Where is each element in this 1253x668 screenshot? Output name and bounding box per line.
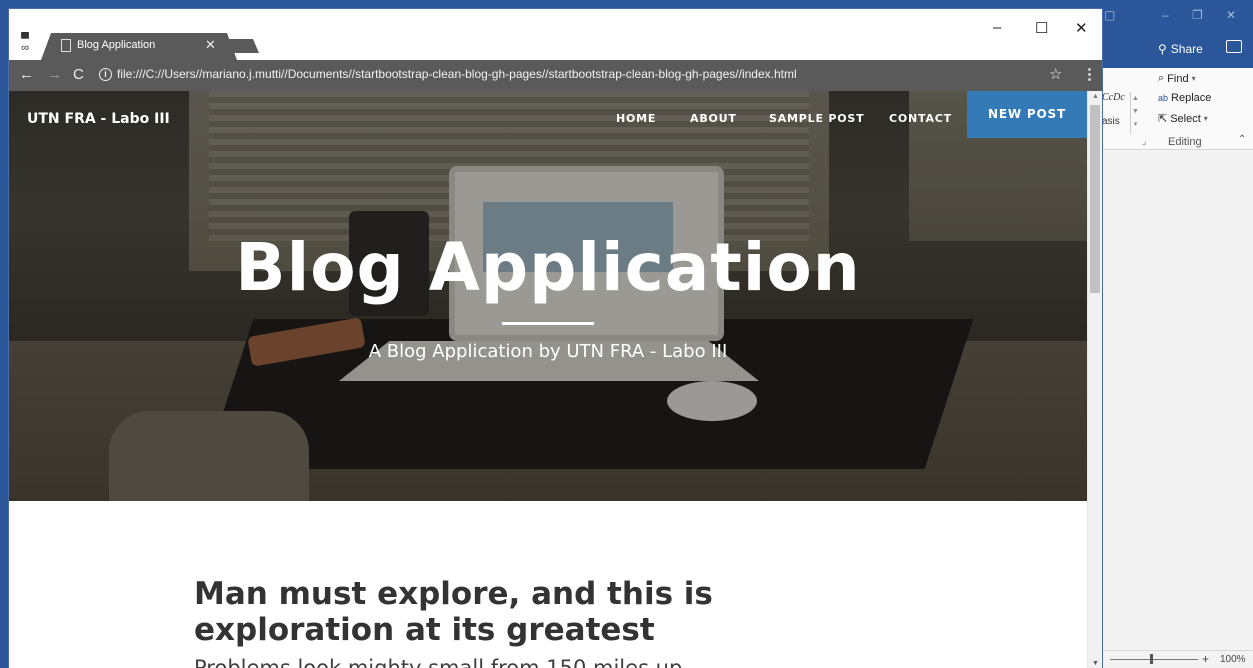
browser-window: ▀ ∞ Blog Application ✕ – ☐ ✕ ← → C i file… xyxy=(8,8,1103,668)
page-icon xyxy=(61,39,71,52)
editing-group-label: Editing xyxy=(1168,136,1202,148)
nav-about[interactable]: ABOUT xyxy=(690,112,737,125)
zoom-in-icon[interactable]: + xyxy=(1202,652,1209,666)
word-maximize-icon[interactable]: ❐ xyxy=(1192,8,1203,22)
style-item[interactable]: asis xyxy=(1102,116,1120,127)
word-statusbar: + 100% xyxy=(1100,650,1253,668)
word-titlebar: ▢ – ❐ ✕ ⚲ Share xyxy=(1100,0,1253,68)
nav-contact[interactable]: CONTACT xyxy=(889,112,952,125)
comment-icon[interactable] xyxy=(1226,40,1242,53)
word-minimize-icon[interactable]: – xyxy=(1162,8,1169,22)
star-icon[interactable]: ☆ xyxy=(1049,65,1062,83)
styles-scroll[interactable]: ▲ ▼ ▾ xyxy=(1130,92,1140,134)
menu-icon[interactable]: ⋮ xyxy=(1082,65,1097,83)
hero-divider xyxy=(502,322,594,325)
tab-title[interactable]: Blog Application xyxy=(77,39,155,51)
scroll-down-icon[interactable]: ▼ xyxy=(1092,660,1099,667)
browser-toolbar: ← → C i file:///C://Users//mariano.j.mut… xyxy=(9,60,1102,91)
address-bar[interactable]: file:///C://Users//mariano.j.mutti//Docu… xyxy=(117,67,797,81)
scroll-up-icon[interactable]: ▲ xyxy=(1092,93,1099,100)
nav-sample-post[interactable]: SAMPLE POST xyxy=(769,112,864,125)
style-item[interactable]: CcDc xyxy=(1102,92,1125,103)
search-icon: ⌕ xyxy=(1158,72,1165,84)
cursor-icon: ⇱ xyxy=(1158,113,1168,125)
select-button[interactable]: ⇱ Select ▾ xyxy=(1158,112,1208,126)
replace-button[interactable]: ab Replace xyxy=(1158,92,1211,104)
navbar-brand[interactable]: UTN FRA - Labo III xyxy=(27,111,170,127)
hero-subtitle: A Blog Application by UTN FRA - Labo III xyxy=(368,341,728,362)
incognito-icon: ▀ ∞ xyxy=(21,33,29,54)
person-icon: ⚲ xyxy=(1158,42,1167,56)
page-viewport: UTN FRA - Labo III HOME ABOUT SAMPLE POS… xyxy=(9,91,1087,668)
info-icon[interactable]: i xyxy=(99,68,112,81)
word-close-icon[interactable]: ✕ xyxy=(1226,8,1236,22)
page-scrollbar[interactable]: ▲ ▼ xyxy=(1087,91,1102,668)
dialog-launcher-icon[interactable]: ⌟ xyxy=(1142,136,1146,147)
back-arrow-icon[interactable]: ← xyxy=(19,66,34,83)
share-button[interactable]: ⚲ Share xyxy=(1158,42,1203,56)
share-label: Share xyxy=(1170,42,1203,56)
find-button[interactable]: ⌕ Find ▾ xyxy=(1158,72,1196,85)
replace-label: Replace xyxy=(1171,92,1212,104)
post-subtitle[interactable]: Problems look mighty small from 150 mile… xyxy=(194,656,682,668)
browser-titlebar: ▀ ∞ Blog Application ✕ – ☐ ✕ xyxy=(9,9,1102,60)
zoom-slider-thumb[interactable] xyxy=(1150,654,1153,664)
forward-arrow-icon[interactable]: → xyxy=(47,66,62,83)
styles-gallery[interactable]: CcDc asis ▲ ▼ ▾ xyxy=(1100,78,1140,138)
word-window: ▢ – ❐ ✕ ⚲ Share CcDc asis ▲ ▼ ▾ ⌕ Find ▾ a… xyxy=(1100,0,1253,668)
minimize-icon[interactable]: – xyxy=(993,19,1001,36)
select-label: Select xyxy=(1170,112,1201,125)
reload-icon[interactable]: C xyxy=(73,66,84,83)
maximize-icon[interactable]: ☐ xyxy=(1035,19,1048,37)
new-post-button[interactable]: NEW POST xyxy=(967,91,1087,138)
zoom-level[interactable]: 100% xyxy=(1220,654,1246,665)
post-title-link[interactable]: Man must explore, and this is exploratio… xyxy=(194,576,914,648)
hero-header: UTN FRA - Labo III HOME ABOUT SAMPLE POS… xyxy=(9,91,1087,501)
word-restore-icon[interactable]: ▢ xyxy=(1104,8,1115,22)
chevron-down-icon: ▾ xyxy=(1191,74,1196,83)
zoom-slider[interactable] xyxy=(1110,659,1198,660)
window-close-icon[interactable]: ✕ xyxy=(1075,19,1088,37)
replace-icon: ab xyxy=(1158,93,1169,103)
hero-title: Blog Application xyxy=(235,229,861,306)
nav-home[interactable]: HOME xyxy=(616,112,656,125)
chevron-down-icon: ▾ xyxy=(1203,114,1208,123)
scrollbar-thumb[interactable] xyxy=(1090,105,1100,293)
word-ribbon: CcDc asis ▲ ▼ ▾ ⌕ Find ▾ ab Replace ⇱ Sele… xyxy=(1100,68,1253,150)
find-label: Find xyxy=(1167,72,1189,85)
collapse-ribbon-icon[interactable]: ⌃ xyxy=(1238,134,1246,145)
new-tab-button[interactable] xyxy=(225,39,259,53)
close-icon[interactable]: ✕ xyxy=(205,37,216,53)
